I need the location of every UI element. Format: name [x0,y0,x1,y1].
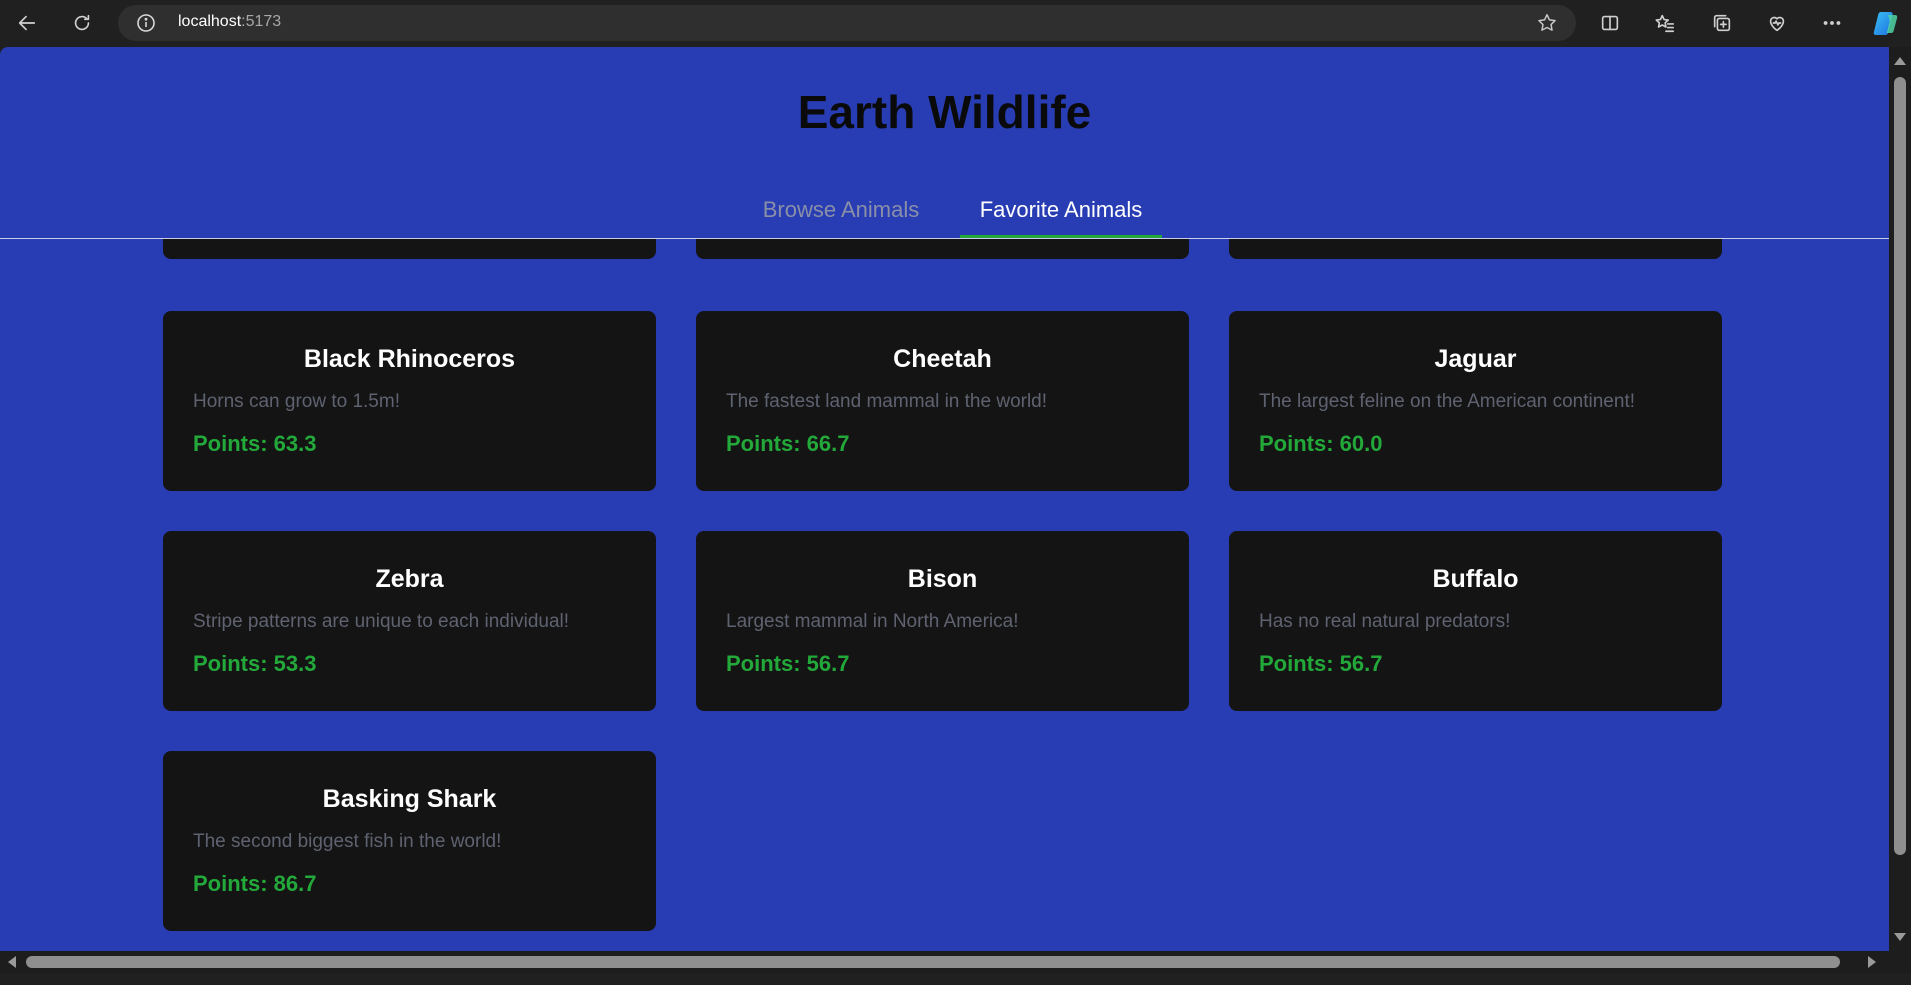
animal-description: Has no real natural predators! [1259,611,1511,632]
animal-description: Horns can grow to 1.5m! [193,391,400,412]
animal-name: Cheetah [893,345,992,373]
scroll-down-arrow-icon[interactable] [1894,933,1906,941]
browser-essentials-icon[interactable] [1760,8,1794,38]
scroll-left-arrow-icon[interactable] [8,956,16,968]
horizontal-scrollbar[interactable] [0,951,1911,973]
back-arrow-icon[interactable] [10,8,44,38]
animal-card-partial[interactable] [1229,239,1722,259]
animal-card-partial[interactable] [163,239,656,259]
url-port: :5173 [241,13,282,30]
favorites-grid: Black Rhinoceros Horns can grow to 1.5m!… [0,239,1889,951]
split-screen-icon[interactable] [1593,8,1627,38]
horizontal-scroll-thumb[interactable] [26,956,1840,968]
animal-description: The largest feline on the American conti… [1259,391,1636,412]
refresh-icon[interactable] [65,8,99,38]
address-bar[interactable]: localhost:5173 [118,5,1576,41]
animal-points: Points: 56.7 [726,651,850,676]
animal-card[interactable]: Basking Shark The second biggest fish in… [163,751,656,931]
vertical-scroll-thumb[interactable] [1894,77,1906,855]
animal-name: Buffalo [1432,565,1519,593]
animal-description: The second biggest fish in the world! [193,831,502,852]
page-viewport: Earth Wildlife Browse Animals Favorite A… [0,47,1889,951]
animal-card[interactable]: Black Rhinoceros Horns can grow to 1.5m!… [163,311,656,491]
page-title: Earth Wildlife [797,86,1092,138]
animal-points: Points: 60.0 [1259,431,1383,456]
animal-description: Largest mammal in North America! [726,611,1019,632]
animal-name: Black Rhinoceros [303,345,516,373]
animal-name: Zebra [375,565,444,593]
favorites-icon[interactable] [1648,8,1682,38]
window-bottom-edge [0,973,1911,985]
url-text[interactable]: localhost:5173 [178,13,281,31]
animal-description: Stripe patterns are unique to each indiv… [193,611,570,632]
tab-bar: Browse Animals Favorite Animals [0,187,1889,239]
animal-card-partial[interactable] [696,239,1189,259]
scroll-right-arrow-icon[interactable] [1868,956,1876,968]
animal-description: The fastest land mammal in the world! [726,391,1048,412]
url-host: localhost [178,13,242,30]
animal-points: Points: 63.3 [193,431,317,456]
animal-card[interactable]: Zebra Stripe patterns are unique to each… [163,531,656,711]
more-icon[interactable] [1815,8,1849,38]
animal-name: Bison [907,565,978,593]
animal-name: Basking Shark [322,785,497,813]
favorite-star-icon[interactable] [1536,12,1558,34]
animal-card[interactable]: Cheetah The fastest land mammal in the w… [696,311,1189,491]
tab-browse-animals[interactable]: Browse Animals [746,187,936,239]
tab-favorite-animals[interactable]: Favorite Animals [960,187,1162,239]
browser-toolbar: localhost:5173 [0,0,1911,47]
vertical-scrollbar[interactable] [1889,47,1911,951]
animal-card[interactable]: Bison Largest mammal in North America! P… [696,531,1189,711]
copilot-icon[interactable] [1872,9,1900,37]
animal-points: Points: 86.7 [193,871,317,896]
info-icon[interactable] [136,13,156,33]
animal-points: Points: 53.3 [193,651,317,676]
scroll-up-arrow-icon[interactable] [1894,57,1906,65]
collections-icon[interactable] [1705,8,1739,38]
animal-name: Jaguar [1434,345,1517,373]
animal-card[interactable]: Buffalo Has no real natural predators! P… [1229,531,1722,711]
animal-points: Points: 56.7 [1259,651,1383,676]
animal-card[interactable]: Jaguar The largest feline on the America… [1229,311,1722,491]
animal-points: Points: 66.7 [726,431,850,456]
